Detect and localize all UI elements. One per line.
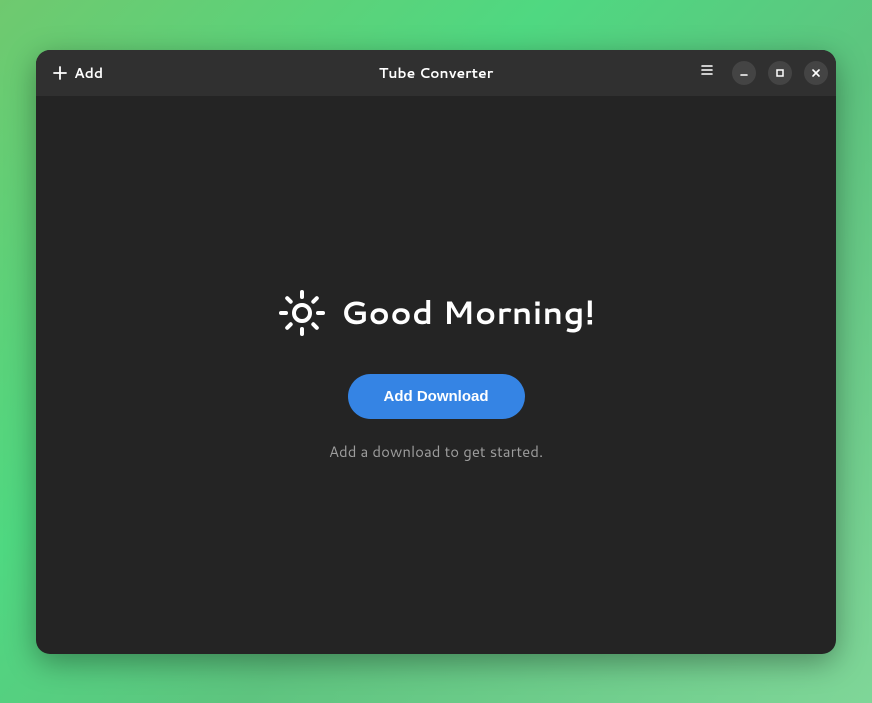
add-download-button[interactable]: Add Download	[348, 374, 525, 419]
minimize-icon	[739, 61, 749, 84]
window-controls	[732, 61, 828, 85]
add-button[interactable]: Add	[44, 59, 111, 87]
maximize-icon	[775, 61, 785, 84]
plus-icon	[52, 65, 68, 81]
close-icon	[811, 61, 821, 84]
close-button[interactable]	[804, 61, 828, 85]
greeting-text: Good Morning!	[341, 290, 595, 335]
main-content: Good Morning! Add Download Add a downloa…	[36, 96, 836, 654]
hint-text: Add a download to get started.	[329, 441, 543, 462]
hamburger-icon	[699, 61, 715, 84]
app-window: Add Tube Converter	[36, 50, 836, 654]
maximize-button[interactable]	[768, 61, 792, 85]
hamburger-menu-button[interactable]	[694, 60, 720, 86]
titlebar-right	[694, 60, 828, 86]
minimize-button[interactable]	[732, 61, 756, 85]
sun-icon	[277, 288, 327, 338]
greeting-row: Good Morning!	[277, 288, 595, 338]
titlebar-left: Add	[44, 59, 111, 87]
add-button-label: Add	[74, 63, 103, 83]
titlebar: Add Tube Converter	[36, 50, 836, 96]
